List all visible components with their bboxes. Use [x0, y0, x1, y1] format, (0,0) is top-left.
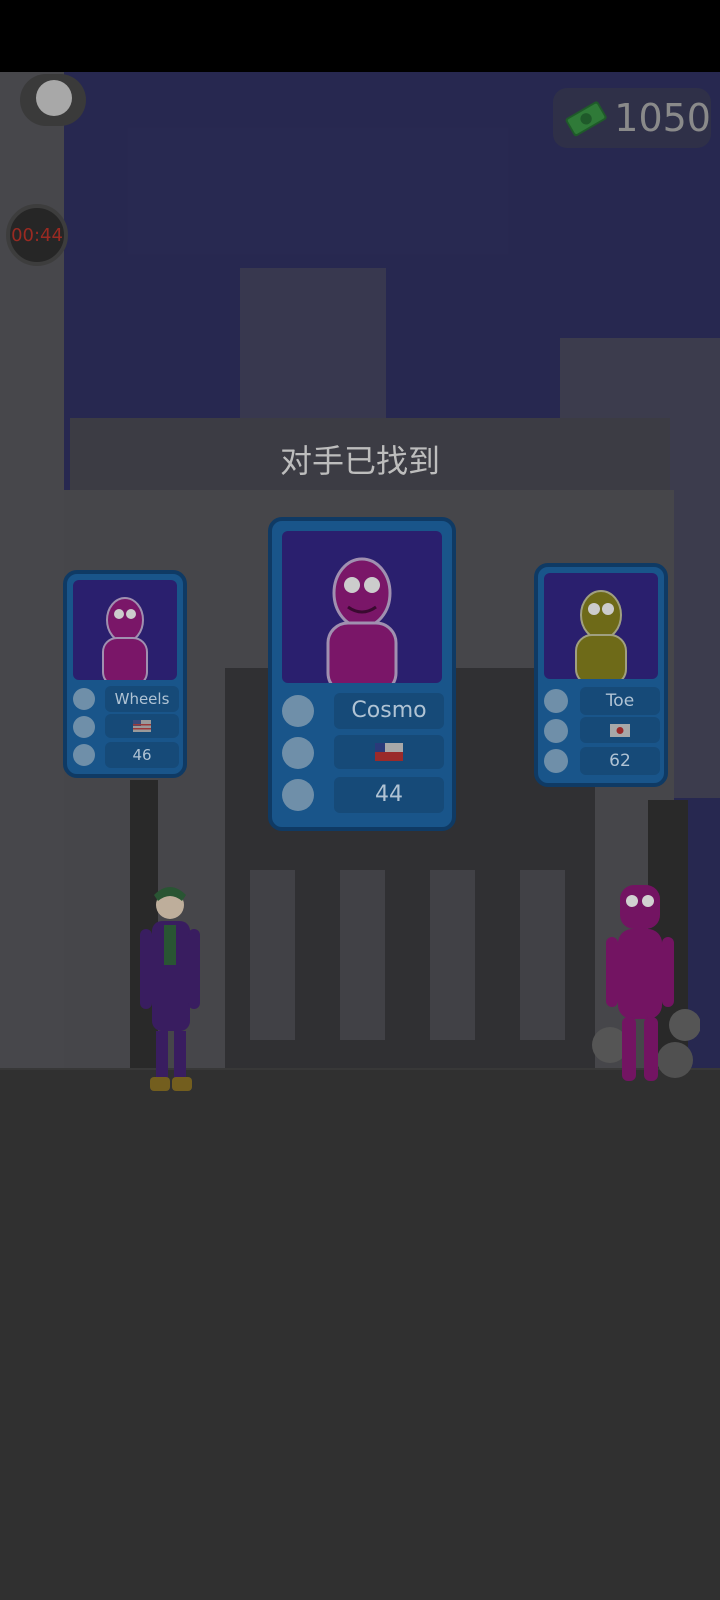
- pause-button[interactable]: [20, 74, 86, 126]
- opponent-country: [105, 714, 179, 738]
- opponent-name: Wheels: [105, 686, 179, 712]
- opponent-found-title: 对手已找到: [279, 442, 440, 480]
- dim-overlay: [0, 72, 720, 1600]
- opponent-country: [580, 717, 660, 743]
- user-icon: [544, 689, 568, 713]
- match-timer: 00:44: [6, 204, 68, 266]
- jp-flag-icon: [610, 724, 630, 737]
- opponent-portrait: [544, 573, 658, 679]
- status-bar: [0, 0, 720, 72]
- pause-icon: [36, 80, 72, 116]
- user-icon: [73, 688, 95, 710]
- globe-icon: [73, 716, 95, 738]
- opponent-level: 62: [580, 747, 660, 775]
- money-counter: 1050: [553, 88, 711, 148]
- opponent-level: 46: [105, 742, 179, 768]
- user-icon: [282, 695, 314, 727]
- crown-icon: [282, 779, 314, 811]
- opponent-name: Cosmo: [334, 693, 444, 729]
- opponent-portrait: [282, 531, 442, 683]
- pink-avatar-icon: [102, 597, 148, 680]
- crown-icon: [73, 744, 95, 766]
- cl-flag-icon: [375, 743, 403, 761]
- globe-icon: [282, 737, 314, 769]
- opponent-card-right: Toe 62: [534, 563, 668, 787]
- us-flag-icon: [133, 720, 151, 732]
- pink-avatar-icon: [326, 557, 398, 683]
- opponent-country: [334, 735, 444, 769]
- opponent-card-left: Wheels 46: [63, 570, 187, 778]
- opponent-level: 44: [334, 777, 444, 813]
- globe-icon: [544, 719, 568, 743]
- yellow-avatar-icon: [575, 590, 627, 679]
- opponent-name: Toe: [580, 687, 660, 715]
- opponent-portrait: [73, 580, 177, 680]
- cash-icon: [565, 101, 607, 137]
- crown-icon: [544, 749, 568, 773]
- money-amount: 1050: [614, 96, 711, 140]
- opponent-card-center: Cosmo 44: [268, 517, 456, 831]
